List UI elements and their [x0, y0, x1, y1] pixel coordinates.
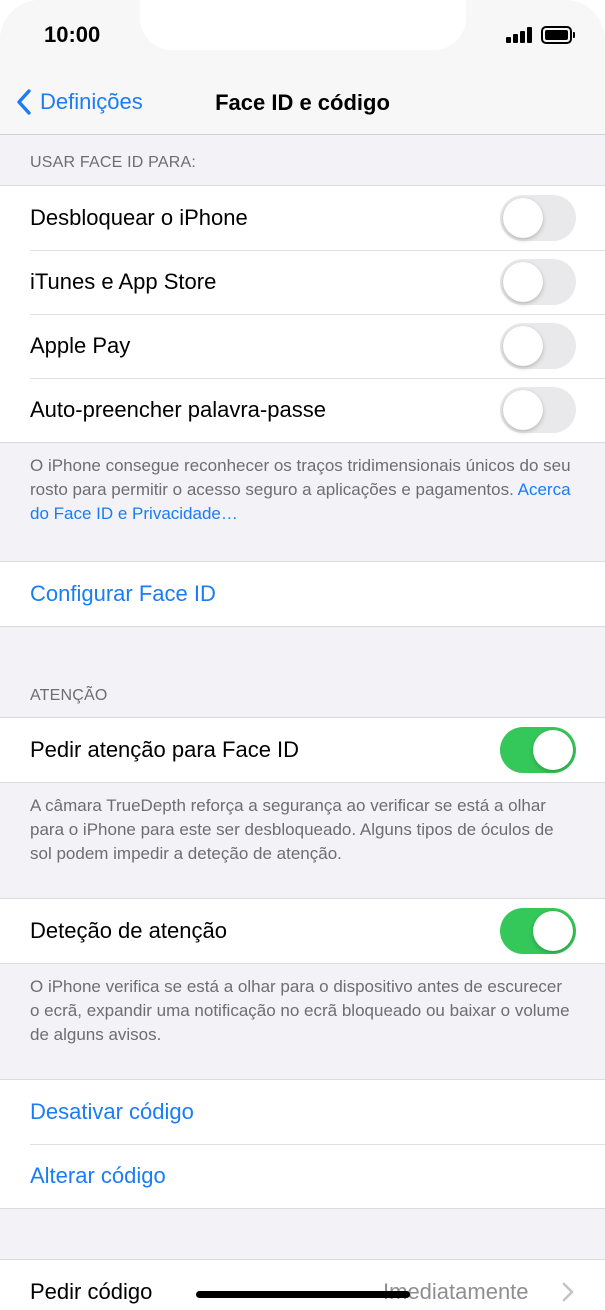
settings-screen: 10:00 Definições Face ID e código USAR F… — [0, 0, 605, 1310]
toggle-password-autofill[interactable] — [500, 387, 576, 433]
row-attention-aware[interactable]: Deteção de atenção — [0, 899, 605, 963]
turn-off-passcode-label: Desativar código — [30, 1099, 194, 1124]
row-require-attention[interactable]: Pedir atenção para Face ID — [0, 718, 605, 782]
setup-group: Configurar Face ID — [0, 561, 605, 627]
toggle-unlock-iphone[interactable] — [500, 195, 576, 241]
row-itunes-app-store[interactable]: iTunes e App Store — [0, 250, 605, 314]
require-passcode-group: Pedir código Imediatamente — [0, 1259, 605, 1310]
setup-face-id-button[interactable]: Configurar Face ID — [0, 562, 605, 626]
toggle-knob — [533, 911, 573, 951]
row-apple-pay[interactable]: Apple Pay — [0, 314, 605, 378]
row-label: Pedir código — [30, 1279, 153, 1304]
status-bar: 10:00 — [0, 0, 605, 70]
face-id-footer-text: O iPhone consegue reconhecer os traços t… — [30, 456, 571, 499]
notch — [140, 0, 466, 50]
toggle-itunes-app-store[interactable] — [500, 259, 576, 305]
face-id-footer: O iPhone consegue reconhecer os traços t… — [30, 454, 575, 526]
row-label: iTunes e App Store — [30, 269, 217, 294]
chevron-right-icon — [562, 1282, 574, 1302]
battery-icon — [541, 26, 575, 44]
toggle-attention-aware[interactable] — [500, 908, 576, 954]
section-header-attention: ATENÇÃO — [30, 687, 108, 704]
row-label: Pedir atenção para Face ID — [30, 737, 300, 762]
require-attention-footer: A câmara TrueDepth reforça a segurança a… — [30, 796, 554, 863]
toggle-knob — [533, 730, 573, 770]
toggle-knob — [503, 198, 543, 238]
passcode-group: Desativar código Alterar código — [0, 1079, 605, 1209]
row-label: Desbloquear o iPhone — [30, 205, 248, 230]
home-indicator[interactable] — [196, 1291, 410, 1298]
page-title: Face ID e código — [215, 90, 390, 115]
toggle-knob — [503, 262, 543, 302]
attention-aware-footer: O iPhone verifica se está a olhar para o… — [30, 977, 570, 1044]
toggle-knob — [503, 390, 543, 430]
attention-group: Pedir atenção para Face ID — [0, 717, 605, 783]
toggle-require-attention[interactable] — [500, 727, 576, 773]
turn-off-passcode-button[interactable]: Desativar código — [0, 1080, 605, 1144]
row-label: Deteção de atenção — [30, 918, 227, 943]
navigation-bar: Definições Face ID e código — [0, 70, 605, 135]
face-id-options-group: Desbloquear o iPhone iTunes e App Store … — [0, 185, 605, 443]
row-label: Auto-preencher palavra-passe — [30, 397, 326, 422]
section-header-face-id: USAR FACE ID PARA: — [30, 154, 197, 171]
setup-face-id-label: Configurar Face ID — [30, 581, 216, 606]
row-label: Apple Pay — [30, 333, 131, 358]
row-require-passcode[interactable]: Pedir código Imediatamente — [0, 1260, 605, 1310]
toggle-knob — [503, 326, 543, 366]
signal-icon — [506, 27, 534, 43]
change-passcode-button[interactable]: Alterar código — [0, 1144, 605, 1208]
row-password-autofill[interactable]: Auto-preencher palavra-passe — [0, 378, 605, 442]
attention-aware-group: Deteção de atenção — [0, 898, 605, 964]
change-passcode-label: Alterar código — [30, 1163, 166, 1188]
status-time: 10:00 — [44, 22, 101, 47]
toggle-apple-pay[interactable] — [500, 323, 576, 369]
row-unlock-iphone[interactable]: Desbloquear o iPhone — [0, 186, 605, 250]
